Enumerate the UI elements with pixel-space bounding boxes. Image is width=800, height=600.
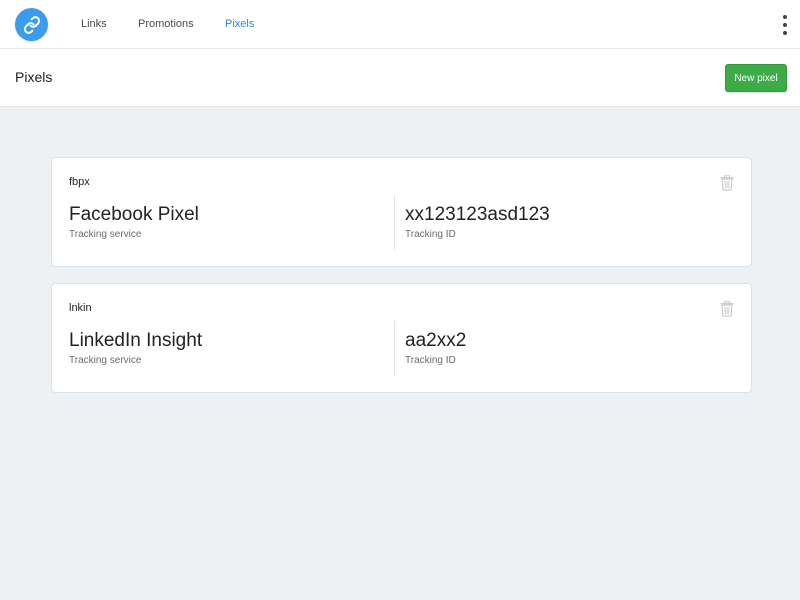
top-navigation-bar: Links Promotions Pixels bbox=[0, 0, 800, 49]
kebab-dot bbox=[783, 15, 787, 19]
new-pixel-button[interactable]: New pixel bbox=[725, 64, 787, 92]
trash-icon[interactable] bbox=[720, 301, 734, 317]
tracking-service-label: Tracking service bbox=[69, 229, 142, 240]
tracking-id-field: aa2xx2 Tracking ID bbox=[405, 329, 466, 368]
pixel-card: lnkin LinkedIn Insight Tracking service … bbox=[51, 283, 752, 393]
field-divider bbox=[394, 321, 395, 376]
nav-pixels[interactable]: Pixels bbox=[225, 0, 254, 49]
tracking-service-value: LinkedIn Insight bbox=[69, 330, 203, 351]
tracking-id-value: xx123123asd123 bbox=[405, 204, 550, 225]
tracking-service-field: Facebook Pixel Tracking service bbox=[69, 203, 199, 242]
page-header: Pixels New pixel bbox=[0, 49, 800, 107]
kebab-dot bbox=[783, 31, 787, 35]
trash-icon[interactable] bbox=[720, 175, 734, 191]
nav-promotions[interactable]: Promotions bbox=[138, 0, 194, 49]
pixel-name: lnkin bbox=[69, 302, 92, 314]
tracking-service-label: Tracking service bbox=[69, 355, 142, 366]
kebab-menu-icon[interactable] bbox=[780, 15, 790, 35]
pixel-name: fbpx bbox=[69, 176, 90, 188]
pixel-card: fbpx Facebook Pixel Tracking service xx1… bbox=[51, 157, 752, 267]
tracking-id-label: Tracking ID bbox=[405, 355, 456, 366]
tracking-id-value: aa2xx2 bbox=[405, 330, 467, 351]
tracking-service-value: Facebook Pixel bbox=[69, 204, 199, 225]
kebab-dot bbox=[783, 23, 787, 27]
tracking-id-field: xx123123asd123 Tracking ID bbox=[405, 203, 550, 242]
nav-links[interactable]: Links bbox=[81, 0, 107, 49]
link-icon[interactable] bbox=[15, 8, 48, 41]
tracking-service-field: LinkedIn Insight Tracking service bbox=[69, 329, 202, 368]
field-divider bbox=[394, 195, 395, 250]
tracking-id-label: Tracking ID bbox=[405, 229, 456, 240]
page-title: Pixels bbox=[15, 69, 53, 85]
